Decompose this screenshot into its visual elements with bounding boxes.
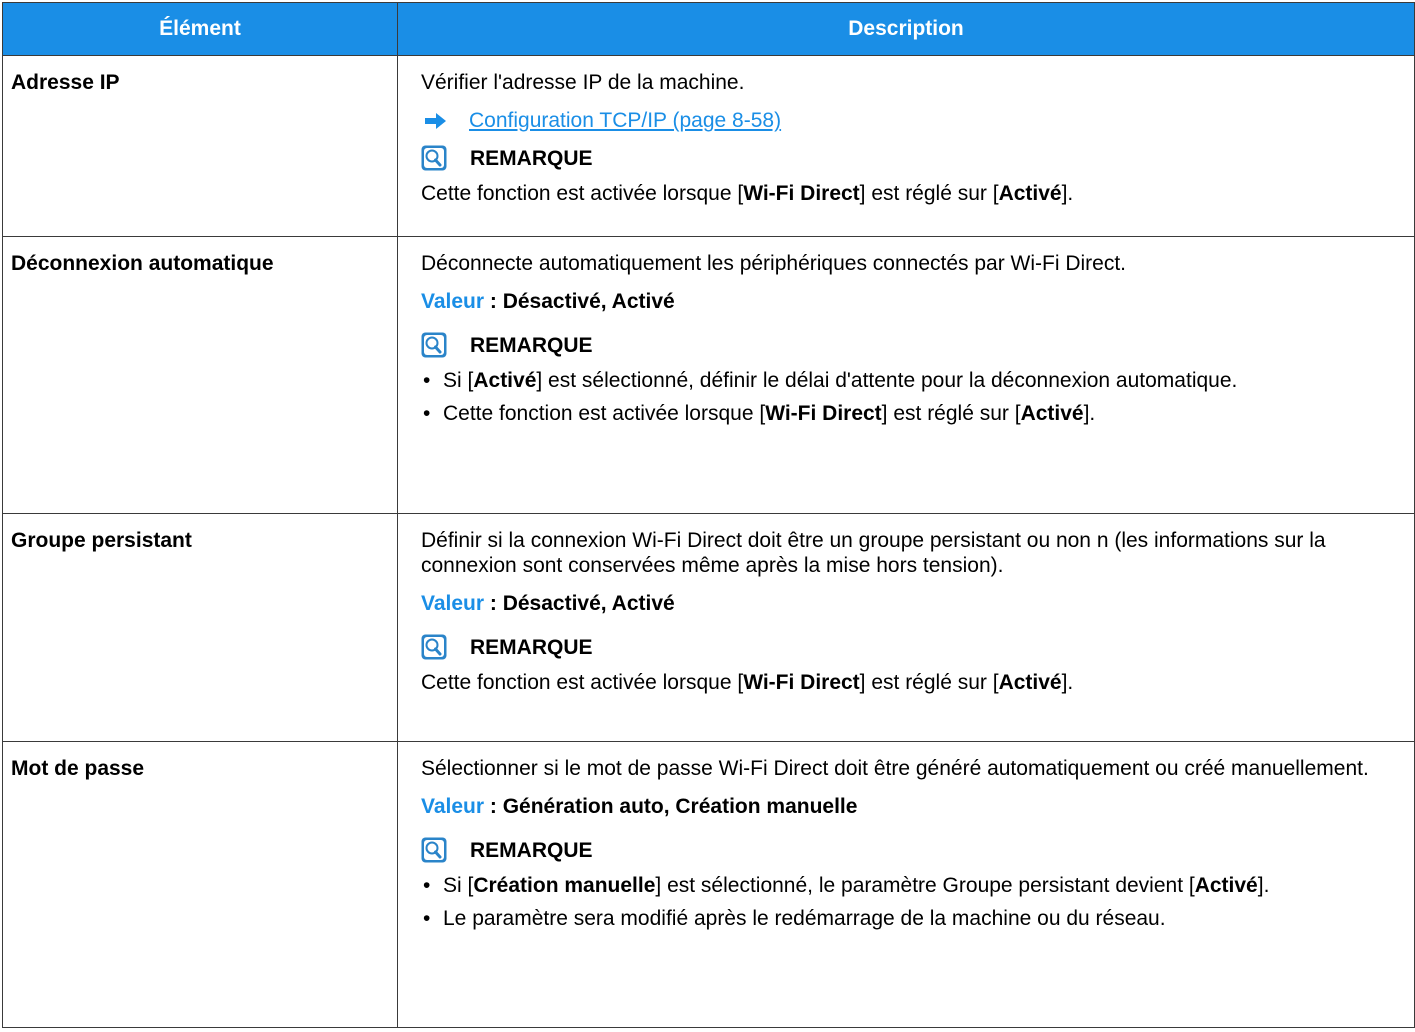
header-element: Élément [2,2,398,56]
value-options: : Désactivé, Activé [484,290,675,313]
lightbulb-note-icon [421,332,447,358]
row-description: Vérifier l'adresse IP de la machine. Con… [397,55,1415,237]
value-line: Valeur : Génération auto, Création manue… [421,794,1402,819]
table-row: Adresse IP Vérifier l'adresse IP de la m… [2,55,1415,237]
value-options: : Désactivé, Activé [484,592,675,615]
note-heading: REMARQUE [421,145,1402,171]
list-item: • Si [Activé] est sélectionné, définir le… [423,369,1238,392]
value-options: : Génération auto, Création manuelle [484,795,858,818]
value-line: Valeur : Désactivé, Activé [421,289,1402,314]
list-item: • Si [Création manuelle] est sélectionné,… [423,874,1270,897]
arrow-right-icon [425,112,446,129]
note-heading: REMARQUE [421,634,1402,660]
note-bullet-list: • Si [Activé] est sélectionné, définir le… [421,368,1402,426]
note-title: REMARQUE [470,838,593,862]
table-row: Mot de passe Sélectionner si le mot de p… [2,741,1415,1028]
note-title: REMARQUE [470,146,593,170]
description-text: Sélectionner si le mot de passe Wi-Fi Di… [421,757,1369,780]
table-row: Groupe persistant Définir si la connexio… [2,513,1415,742]
table-header-row: Élément Description [2,2,1415,56]
table-row: Déconnexion automatique Déconnecte autom… [2,236,1415,514]
note-text: Cette fonction est activée lorsque [Wi-F… [421,671,1074,694]
row-item-name: Mot de passe [2,741,398,1028]
note-title: REMARQUE [470,333,593,357]
reference-link-row[interactable]: Configuration TCP/IP (page 8-58) [421,108,1402,133]
row-description: Déconnecte automatiquement les périphéri… [397,236,1415,514]
note-text: Cette fonction est activée lorsque [Wi-F… [421,182,1074,205]
lightbulb-note-icon [421,837,447,863]
row-item-name: Déconnexion automatique [2,236,398,514]
note-title: REMARQUE [470,635,593,659]
value-line: Valeur : Désactivé, Activé [421,591,1402,616]
settings-table: Élément Description Adresse IP Vérifier … [2,2,1415,1028]
note-bullet-list: • Si [Création manuelle] est sélectionné,… [421,873,1402,931]
reference-link[interactable]: Configuration TCP/IP (page 8-58) [469,108,781,133]
description-text: Définir si la connexion Wi-Fi Direct doi… [421,529,1326,577]
row-description: Définir si la connexion Wi-Fi Direct doi… [397,513,1415,742]
lightbulb-note-icon [421,145,447,171]
row-description: Sélectionner si le mot de passe Wi-Fi Di… [397,741,1415,1028]
value-label: Valeur [421,290,485,313]
lightbulb-note-icon [421,634,447,660]
row-item-name: Adresse IP [2,55,398,237]
note-heading: REMARQUE [421,837,1402,863]
row-item-name: Groupe persistant [2,513,398,742]
description-text: Vérifier l'adresse IP de la machine. [421,71,745,94]
description-text: Déconnecte automatiquement les périphéri… [421,252,1127,275]
value-label: Valeur [421,592,485,615]
list-item: • Cette fonction est activée lorsque [Wi-… [423,402,1096,425]
note-heading: REMARQUE [421,332,1402,358]
value-label: Valeur [421,795,485,818]
list-item: • Le paramètre sera modifié après le redé… [423,907,1166,930]
header-description: Description [397,2,1415,56]
